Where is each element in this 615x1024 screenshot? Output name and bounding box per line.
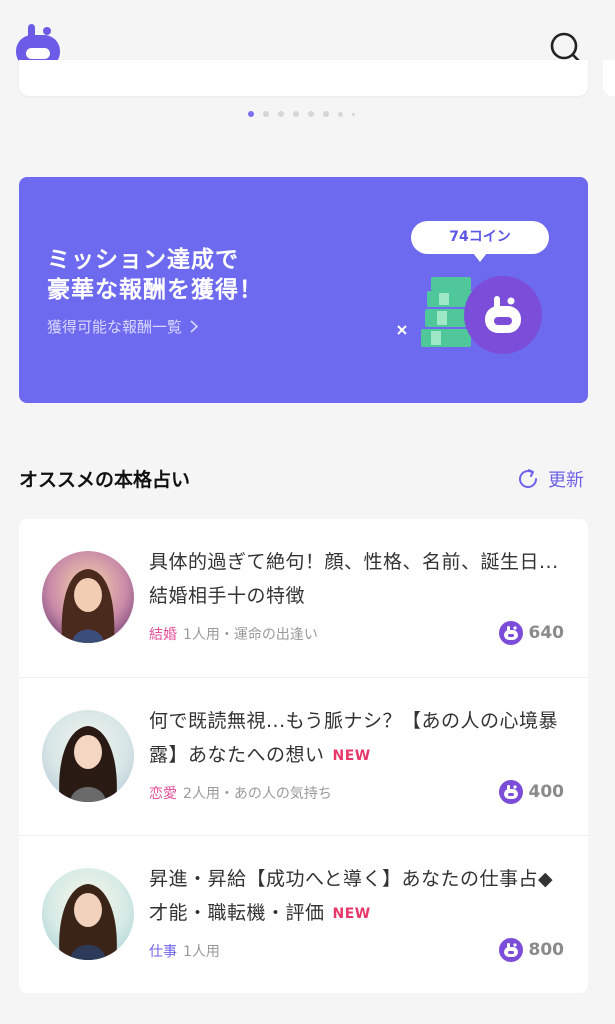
refresh-icon [519, 469, 538, 488]
section-title: オススメの本格占い [19, 469, 191, 491]
mission-banner-title: ミッション達成で 豪華な報酬を獲得！ [47, 245, 347, 305]
refresh-label: 更新 [548, 470, 584, 491]
carousel-dot-5[interactable] [308, 111, 314, 117]
fortune-list: 具体的過ぎて絶句！顔、性格、名前、誕生日...結婚相手十の特徴 結婚 1人用・運… [19, 519, 588, 993]
fortune-item-price: 800 [498, 938, 565, 962]
carousel-dot-7[interactable] [338, 111, 343, 117]
fortune-item-meta-text: 1人用・運命の出逢い [183, 627, 318, 643]
fortune-item-category: 結婚 [149, 627, 177, 643]
fortune-teller-avatar [42, 710, 134, 802]
mission-banner-title-line2: 豪華な報酬を獲得！ [47, 277, 263, 303]
fortune-item-price-value: 400 [528, 782, 565, 802]
fortune-item-category: 恋愛 [149, 786, 177, 802]
coin-icon [498, 621, 523, 645]
carousel-card-next[interactable] [603, 60, 615, 96]
fortune-item-price-value: 800 [528, 940, 565, 960]
fortune-teller-avatar [42, 868, 134, 960]
fortune-item-title: 具体的過ぎて絶句！顔、性格、名前、誕生日...結婚相手十の特徴 [149, 545, 559, 613]
fortune-item[interactable]: 何で既読無視...もう脈ナシ？【あの人の心境暴露】あなたへの想い NEW 恋愛 2… [19, 677, 588, 835]
fortune-item-price: 640 [498, 621, 565, 645]
carousel-card[interactable] [19, 60, 588, 96]
coin-stack-illustration [397, 276, 542, 354]
chevron-right-icon [190, 320, 199, 333]
fortune-item[interactable]: 具体的過ぎて絶句！顔、性格、名前、誕生日...結婚相手十の特徴 結婚 1人用・運… [19, 519, 588, 677]
carousel-dot-8[interactable] [352, 112, 355, 116]
new-badge: NEW [332, 906, 371, 922]
coin-icon [498, 780, 523, 804]
fortune-item-meta: 仕事 1人用 [149, 941, 220, 961]
carousel-dot-6[interactable] [323, 111, 329, 117]
fortune-item-price-value: 640 [528, 623, 565, 643]
fortune-item-title: 昇進・昇給【成功へと導く】あなたの仕事占◆才能・職転機・評価 NEW [149, 862, 559, 931]
carousel-dot-3[interactable] [278, 111, 284, 117]
fortune-teller-avatar [42, 551, 134, 643]
fortune-item-title: 何で既読無視...もう脈ナシ？【あの人の心境暴露】あなたへの想い NEW [149, 704, 559, 773]
fortune-item-title-text: 具体的過ぎて絶句！顔、性格、名前、誕生日...結婚相手十の特徴 [149, 551, 559, 607]
fortune-item-meta: 恋愛 2人用・あの人の気持ち [149, 783, 332, 803]
fortune-item-category: 仕事 [149, 944, 177, 960]
fortune-item-meta-text: 2人用・あの人の気持ち [183, 786, 332, 802]
new-badge: NEW [332, 748, 371, 764]
carousel-dots [248, 110, 355, 118]
coin-amount-bubble: 74コイン [411, 221, 549, 262]
carousel-dot-1[interactable] [248, 111, 254, 117]
mission-banner[interactable]: ミッション達成で 豪華な報酬を獲得！ 獲得可能な報酬一覧 74コイン [19, 177, 588, 403]
fortune-item-price: 400 [498, 780, 565, 804]
fortune-item[interactable]: 昇進・昇給【成功へと導く】あなたの仕事占◆才能・職転機・評価 NEW 仕事 1人用… [19, 835, 588, 993]
reward-list-link-label: 獲得可能な報酬一覧 [47, 318, 183, 336]
fortune-item-meta: 結婚 1人用・運命の出逢い [149, 624, 318, 644]
fortune-item-meta-text: 1人用 [183, 944, 220, 960]
refresh-button[interactable]: 更新 [516, 466, 584, 492]
carousel-dot-2[interactable] [263, 111, 269, 117]
coin-icon [498, 938, 523, 962]
carousel-dot-4[interactable] [293, 111, 299, 117]
reward-list-link[interactable]: 獲得可能な報酬一覧 [47, 316, 199, 337]
mission-banner-title-line1: ミッション達成で [47, 247, 239, 273]
